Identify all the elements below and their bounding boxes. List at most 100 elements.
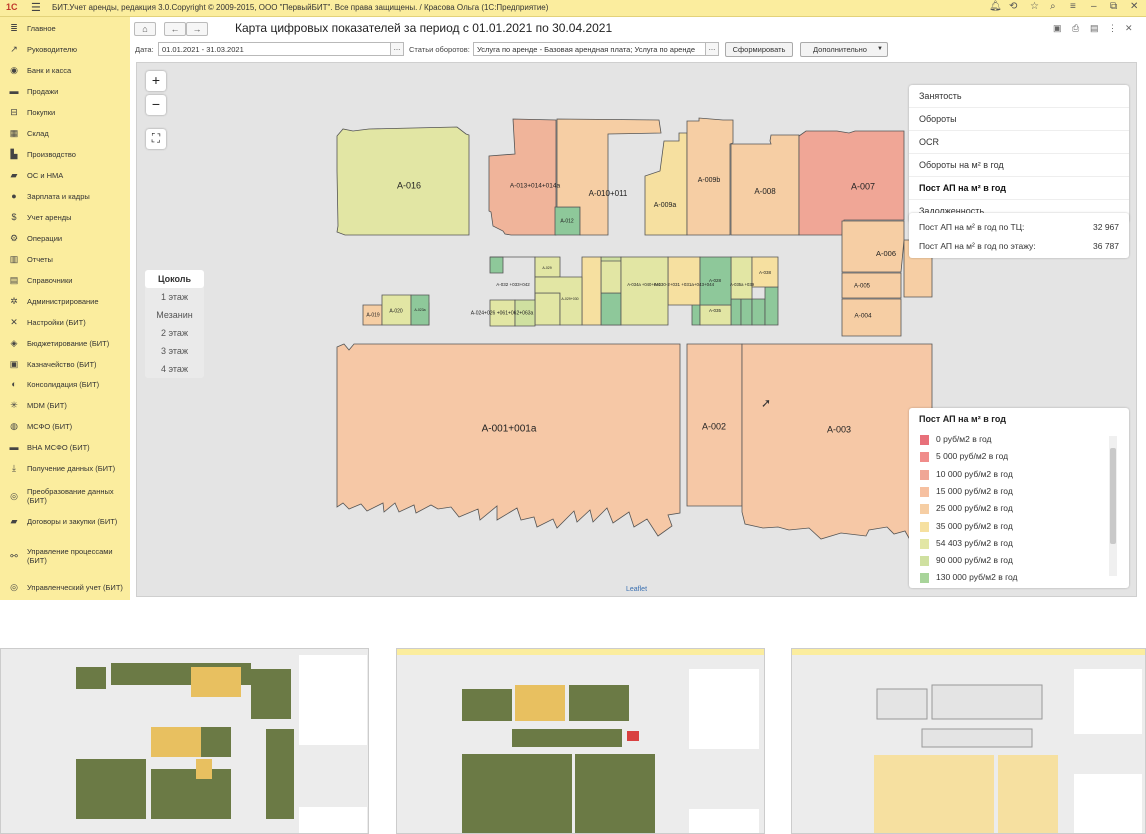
layer-option[interactable]: Обороты xyxy=(909,108,1129,131)
stat-value: 36 787 xyxy=(1093,241,1119,251)
sidebar-item[interactable]: ⊟ Покупки xyxy=(0,105,130,119)
sidebar-item[interactable]: ⚙ Операции xyxy=(0,231,130,245)
minimize-icon[interactable]: – xyxy=(1091,1,1097,12)
sidebar-item[interactable]: ▬ ВНА МСФО (БИТ) xyxy=(0,440,130,454)
sidebar-item[interactable]: ▣ Казначейство (БИТ) xyxy=(0,357,130,371)
room-shape[interactable] xyxy=(534,292,561,326)
legend-swatch xyxy=(920,486,929,497)
zoom-in-button[interactable]: + xyxy=(146,71,166,91)
fit-bounds-icon[interactable]: ⛶ xyxy=(146,129,166,149)
forward-button[interactable]: → xyxy=(186,22,208,36)
turnover-field[interactable]: Услуга по аренде - Базовая арендная плат… xyxy=(473,42,707,56)
sidebar-item[interactable]: ▤ Справочники xyxy=(0,273,130,287)
reports-icon: ▥ xyxy=(9,253,19,264)
sidebar-item[interactable]: ▰ ОС и НМА xyxy=(0,168,130,182)
sidebar-item[interactable]: ▰ Договоры и закупки (БИТ) xyxy=(0,514,130,528)
sidebar-item[interactable]: ⤓ Получение данных (БИТ) xyxy=(0,461,130,475)
layer-option[interactable]: Пост АП на м² в год xyxy=(909,177,1129,200)
sidebar-item[interactable]: ▬ Продажи xyxy=(0,84,130,98)
more-menu-icon[interactable]: ⋮ xyxy=(1108,23,1117,34)
scrollbar-thumb[interactable] xyxy=(1110,448,1116,544)
close-form-icon[interactable]: ✕ xyxy=(1125,23,1133,34)
room-shape[interactable] xyxy=(751,298,766,326)
back-button[interactable]: ← xyxy=(164,22,186,36)
floor-option[interactable]: 2 этаж xyxy=(145,324,204,342)
turnover-select-button[interactable]: ... xyxy=(705,42,719,56)
preview-icon[interactable]: ▤ xyxy=(1090,23,1099,34)
room-shape[interactable] xyxy=(644,132,688,236)
floor-option[interactable]: Цоколь xyxy=(145,270,204,288)
more-dropdown[interactable]: Дополнительно ▼ xyxy=(800,42,888,57)
floor-option[interactable]: 4 этаж xyxy=(145,360,204,378)
floor-option[interactable]: Мезанин xyxy=(145,306,204,324)
thumbnail-view-2[interactable] xyxy=(396,648,765,834)
room-shape[interactable] xyxy=(600,292,622,326)
room-shape[interactable] xyxy=(841,272,902,299)
room-shape[interactable] xyxy=(741,343,933,540)
history-icon[interactable]: ⟲ xyxy=(1009,1,1017,12)
settings-icon[interactable]: ≡ xyxy=(1070,1,1076,12)
room-shape[interactable] xyxy=(489,256,504,274)
bell-icon[interactable]: 🔔︎ xyxy=(989,1,1002,12)
sidebar-item[interactable]: ✕ Настройки (БИТ) xyxy=(0,315,130,329)
room-label: A-029 xyxy=(542,266,551,270)
sidebar-item[interactable]: ◎ Преобразование данных (БИТ) xyxy=(0,484,130,508)
sidebar-item-label: Казначейство (БИТ) xyxy=(27,359,97,369)
sidebar-item[interactable]: ◈ Бюджетирование (БИТ) xyxy=(0,336,130,350)
thumbnail-view-3[interactable] xyxy=(791,648,1146,834)
sidebar-item[interactable]: ◉ Банк и касса xyxy=(0,63,130,77)
main-menu-icon[interactable]: ☰ xyxy=(31,1,41,14)
restore-icon[interactable]: ⧉ xyxy=(1110,1,1117,12)
home-button[interactable]: ⌂ xyxy=(134,22,156,36)
sidebar-item[interactable]: ≣ Главное xyxy=(0,21,130,35)
treasury-icon: ▣ xyxy=(9,358,19,369)
save-icon[interactable]: ▣ xyxy=(1053,23,1062,34)
room-shape[interactable] xyxy=(740,298,753,326)
room-shape[interactable] xyxy=(764,286,779,326)
date-field[interactable]: 01.01.2021 - 31.03.2021 xyxy=(158,42,394,56)
sidebar-item[interactable]: ◍ МСФО (БИТ) xyxy=(0,419,130,433)
room-shape[interactable] xyxy=(667,256,701,306)
sidebar-item[interactable]: ● Зарплата и кадры xyxy=(0,189,130,203)
print-icon[interactable]: ⎙ xyxy=(1072,23,1079,34)
warehouse-icon: ▦ xyxy=(9,127,19,138)
room-shape[interactable] xyxy=(730,298,742,326)
room-shape[interactable] xyxy=(488,118,557,236)
floor-option[interactable]: 3 этаж xyxy=(145,342,204,360)
floor-option[interactable]: 1 этаж xyxy=(145,288,204,306)
sidebar-item[interactable]: ▙ Производство xyxy=(0,147,130,161)
room-shape[interactable] xyxy=(600,260,622,294)
layer-option[interactable]: OCR xyxy=(909,131,1129,154)
sidebar-item[interactable]: ◎ Управленческий учет (БИТ) xyxy=(0,575,130,599)
chart-trend-icon: ↗ xyxy=(10,43,18,54)
zoom-out-button[interactable]: − xyxy=(146,95,166,115)
sidebar-item[interactable]: ↗ Руководителю xyxy=(0,42,130,56)
room-shape[interactable] xyxy=(620,256,669,326)
sidebar-item[interactable]: ▦ Склад xyxy=(0,126,130,140)
close-icon[interactable]: ✕ xyxy=(1130,1,1138,12)
layer-option[interactable]: Занятость xyxy=(909,85,1129,108)
room-shape[interactable] xyxy=(730,256,753,300)
sidebar-item[interactable]: ✲ Администрирование xyxy=(0,294,130,308)
floor-selector: Цоколь 1 этаж Мезанин 2 этаж 3 этаж 4 этаж xyxy=(145,270,204,378)
sidebar-item-label: Главное xyxy=(27,23,56,33)
layer-option[interactable]: Обороты на м² в год xyxy=(909,154,1129,177)
sidebar-item-label: Справочники xyxy=(27,275,73,285)
room-shape[interactable] xyxy=(581,256,602,326)
date-select-button[interactable]: ... xyxy=(390,42,404,56)
sidebar-item-label: Производство xyxy=(27,149,76,159)
map-attribution[interactable]: Leaflet xyxy=(626,586,647,593)
search-icon[interactable]: ⌕ xyxy=(1050,1,1056,12)
sidebar-item[interactable]: ◐ Консолидация (БИТ) xyxy=(0,377,130,391)
thumbnail-view-1[interactable] xyxy=(0,648,369,834)
room-shape[interactable] xyxy=(730,134,800,236)
sidebar-item[interactable]: $ Учет аренды xyxy=(0,210,130,224)
star-icon[interactable]: ☆ xyxy=(1030,1,1039,12)
room-shape[interactable] xyxy=(336,343,681,537)
legend-scrollbar[interactable] xyxy=(1109,436,1117,576)
map-view[interactable]: A-016 A-013+014+014a A-012 A-010+011 A-009a A… xyxy=(136,62,1137,597)
sidebar-item[interactable]: ⚯ Управление процессами (БИТ) xyxy=(0,544,130,568)
sidebar-item[interactable]: ▥ Отчеты xyxy=(0,252,130,266)
sidebar-item[interactable]: ✳ MDM (БИТ) xyxy=(0,398,130,412)
form-button[interactable]: Сформировать xyxy=(725,42,793,57)
